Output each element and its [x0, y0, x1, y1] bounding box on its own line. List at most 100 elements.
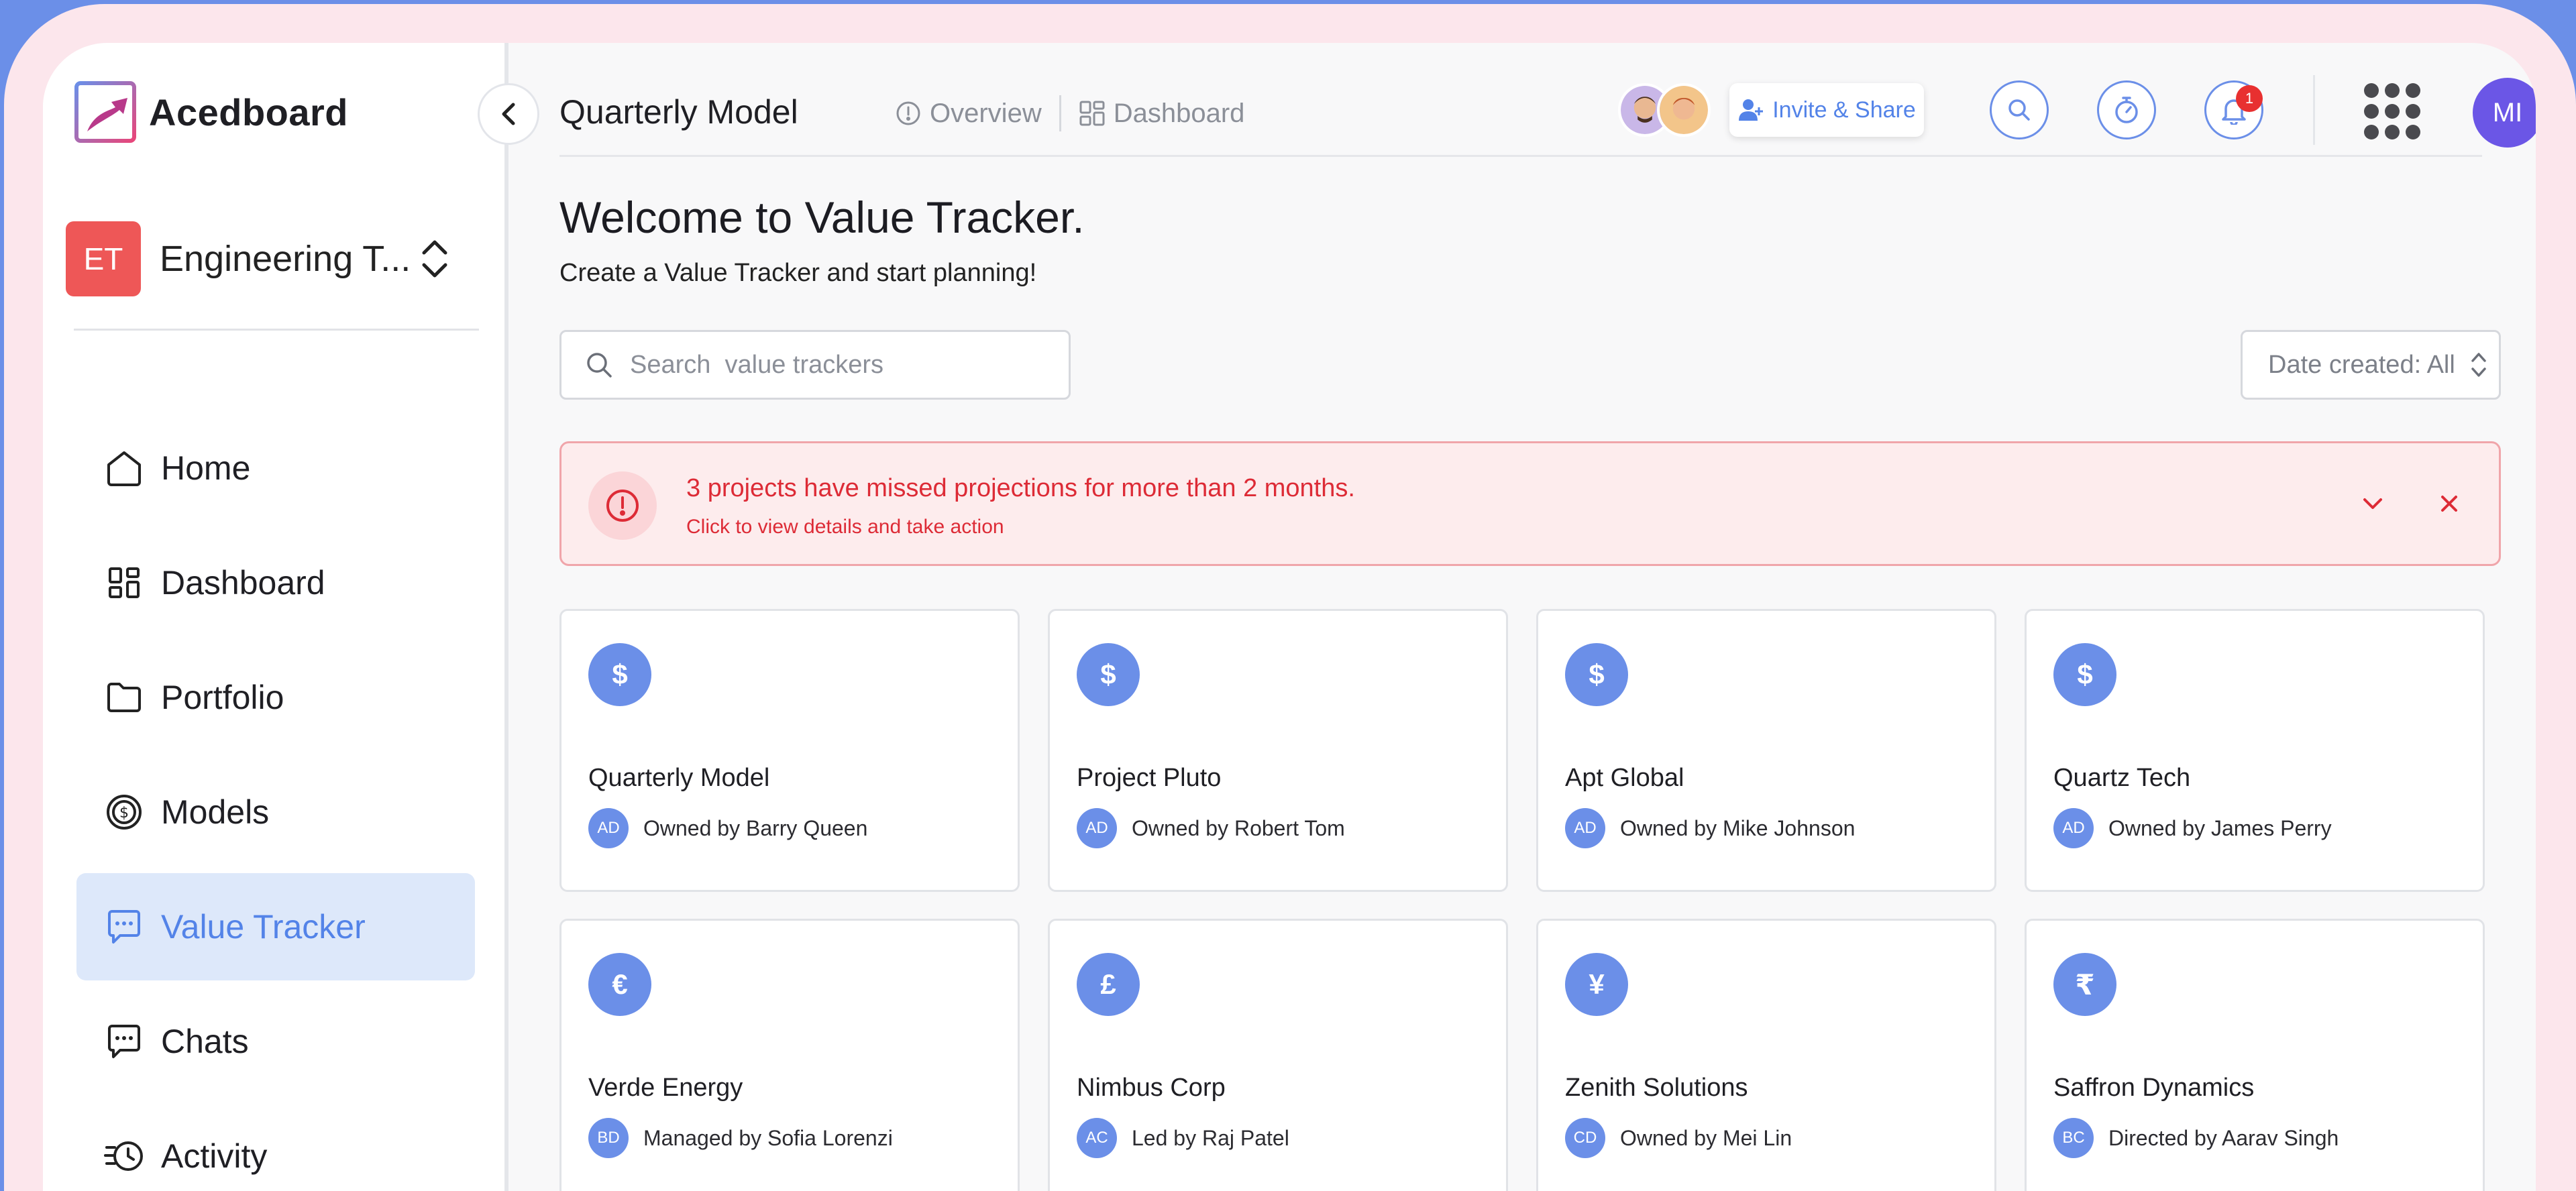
svg-text:$: $ [119, 805, 129, 821]
sidebar-item-value-tracker[interactable]: Value Tracker [76, 873, 475, 980]
app-logo[interactable]: Acedboard [74, 80, 348, 144]
app-name: Acedboard [149, 91, 348, 133]
tracker-card[interactable]: $ Quartz Tech AD Owned by James Perry [2025, 609, 2485, 892]
sidebar: Acedboard ET Engineering T... Home Dashb… [43, 43, 508, 1191]
currency-icon: $ [1077, 643, 1140, 706]
missed-projections-alert[interactable]: 3 projects have missed projections for m… [559, 441, 2501, 566]
chat-icon [103, 1021, 145, 1062]
notification-badge: 1 [2236, 85, 2263, 112]
sidebar-item-activity[interactable]: Activity [76, 1102, 475, 1191]
currency-icon: ¥ [1565, 953, 1628, 1016]
chevron-left-icon [502, 103, 515, 125]
sidebar-item-chats[interactable]: Chats [76, 988, 475, 1095]
logo-icon [74, 81, 136, 143]
tracker-card[interactable]: $ Apt Global AD Owned by Mike Johnson [1536, 609, 1996, 892]
owner-text: Owned by Mike Johnson [1620, 815, 1856, 840]
tracker-card[interactable]: ₹ Saffron Dynamics BC Directed by Aarav … [2025, 919, 2485, 1191]
owner-avatar: AD [588, 808, 629, 848]
card-owner: AD Owned by Barry Queen [588, 808, 867, 848]
sidebar-item-label: Models [161, 793, 270, 831]
owner-avatar: AD [1565, 808, 1605, 848]
add-user-icon [1739, 99, 1764, 121]
timer-button[interactable] [2097, 80, 2156, 139]
search-input[interactable] [630, 350, 1006, 380]
welcome-subtitle: Create a Value Tracker and start plannin… [559, 259, 1037, 287]
alert-subtitle[interactable]: Click to view details and take action [686, 516, 1004, 538]
sidebar-item-label: Home [161, 449, 251, 487]
card-owner: AD Owned by James Perry [2053, 808, 2332, 848]
date-created-filter[interactable]: Date created: All [2241, 330, 2501, 400]
sidebar-item-dashboard[interactable]: Dashboard [76, 529, 475, 636]
chat-dots-icon [103, 906, 145, 948]
sidebar-item-home[interactable]: Home [76, 414, 475, 522]
header-tabs: Overview Dashboard [895, 95, 1244, 131]
collaborator-avatars[interactable] [1618, 83, 1711, 137]
app-window: Acedboard ET Engineering T... Home Dashb… [43, 43, 2536, 1191]
search-field[interactable] [559, 330, 1071, 400]
workspace-avatar: ET [66, 221, 141, 296]
tab-separator [1059, 95, 1061, 131]
card-title: Quarterly Model [588, 764, 770, 792]
card-title: Nimbus Corp [1077, 1074, 1226, 1102]
owner-text: Owned by James Perry [2108, 815, 2332, 840]
sidebar-item-models[interactable]: $ Models [76, 758, 475, 866]
card-owner: AD Owned by Mike Johnson [1565, 808, 1855, 848]
owner-text: Owned by Mei Lin [1620, 1125, 1792, 1150]
card-owner: AD Owned by Robert Tom [1077, 808, 1345, 848]
workspace-name: Engineering T... [160, 239, 408, 279]
owner-text: Owned by Barry Queen [643, 815, 868, 840]
tab-overview[interactable]: Overview [895, 99, 1042, 129]
tracker-card[interactable]: $ Quarterly Model AD Owned by Barry Quee… [559, 609, 1020, 892]
owner-avatar: AD [2053, 808, 2094, 848]
sidebar-item-portfolio[interactable]: Portfolio [76, 644, 475, 751]
collapse-sidebar-button[interactable] [478, 83, 539, 145]
grid-icon [1079, 101, 1105, 126]
home-icon [103, 447, 145, 489]
top-bar: Quarterly Model Overview Dashboard Invit… [559, 43, 2536, 157]
close-icon[interactable] [2436, 490, 2463, 517]
tab-label: Overview [930, 98, 1042, 128]
owner-text: Managed by Sofia Lorenzi [643, 1125, 893, 1150]
page-title: Quarterly Model [559, 93, 798, 131]
owner-text: Directed by Aarav Singh [2108, 1125, 2339, 1150]
sidebar-divider [74, 329, 479, 331]
chevron-down-icon[interactable] [2359, 490, 2386, 517]
card-title: Project Pluto [1077, 764, 1222, 792]
invite-share-button[interactable]: Invite & Share [1729, 83, 1924, 137]
invite-label: Invite & Share [1772, 97, 1916, 123]
header-separator [2313, 75, 2315, 145]
owner-avatar: CD [1565, 1118, 1605, 1158]
tab-dashboard[interactable]: Dashboard [1079, 98, 1245, 129]
owner-avatar: BC [2053, 1118, 2094, 1158]
tab-label: Dashboard [1113, 98, 1245, 128]
currency-icon: € [588, 953, 651, 1016]
owner-text: Owned by Robert Tom [1132, 815, 1345, 840]
card-title: Saffron Dynamics [2053, 1074, 2255, 1102]
sidebar-item-label: Dashboard [161, 564, 325, 602]
alert-title: 3 projects have missed projections for m… [686, 474, 1355, 502]
owner-text: Led by Raj Patel [1132, 1125, 1289, 1150]
tracker-card[interactable]: $ Project Pluto AD Owned by Robert Tom [1048, 609, 1508, 892]
dollar-coin-icon: $ [103, 791, 145, 833]
user-avatar[interactable]: MI [2473, 78, 2536, 148]
tracker-card[interactable]: £ Nimbus Corp AC Led by Raj Patel [1048, 919, 1508, 1191]
tracker-card[interactable]: € Verde Energy BD Managed by Sofia Loren… [559, 919, 1020, 1191]
card-owner: AC Led by Raj Patel [1077, 1118, 1289, 1158]
chevron-up-down-icon [422, 240, 447, 278]
apps-grid-icon[interactable] [2364, 83, 2420, 139]
search-button[interactable] [1990, 80, 2049, 139]
sidebar-item-label: Chats [161, 1023, 249, 1060]
owner-avatar: AC [1077, 1118, 1117, 1158]
tracker-card[interactable]: ¥ Zenith Solutions CD Owned by Mei Lin [1536, 919, 1996, 1191]
owner-avatar: AD [1077, 808, 1117, 848]
alert-icon [588, 471, 657, 540]
sidebar-item-label: Activity [161, 1137, 268, 1175]
workspace-switcher[interactable]: ET Engineering T... [66, 221, 449, 296]
stopwatch-icon [2115, 97, 2138, 123]
card-title: Verde Energy [588, 1074, 743, 1102]
currency-icon: ₹ [2053, 953, 2116, 1016]
card-owner: BC Directed by Aarav Singh [2053, 1118, 2339, 1158]
notifications-button[interactable]: 1 [2204, 80, 2263, 139]
date-filter-label: Date created: All [2268, 350, 2455, 379]
sidebar-nav: Home Dashboard Portfolio $ Models Value … [76, 414, 475, 1191]
